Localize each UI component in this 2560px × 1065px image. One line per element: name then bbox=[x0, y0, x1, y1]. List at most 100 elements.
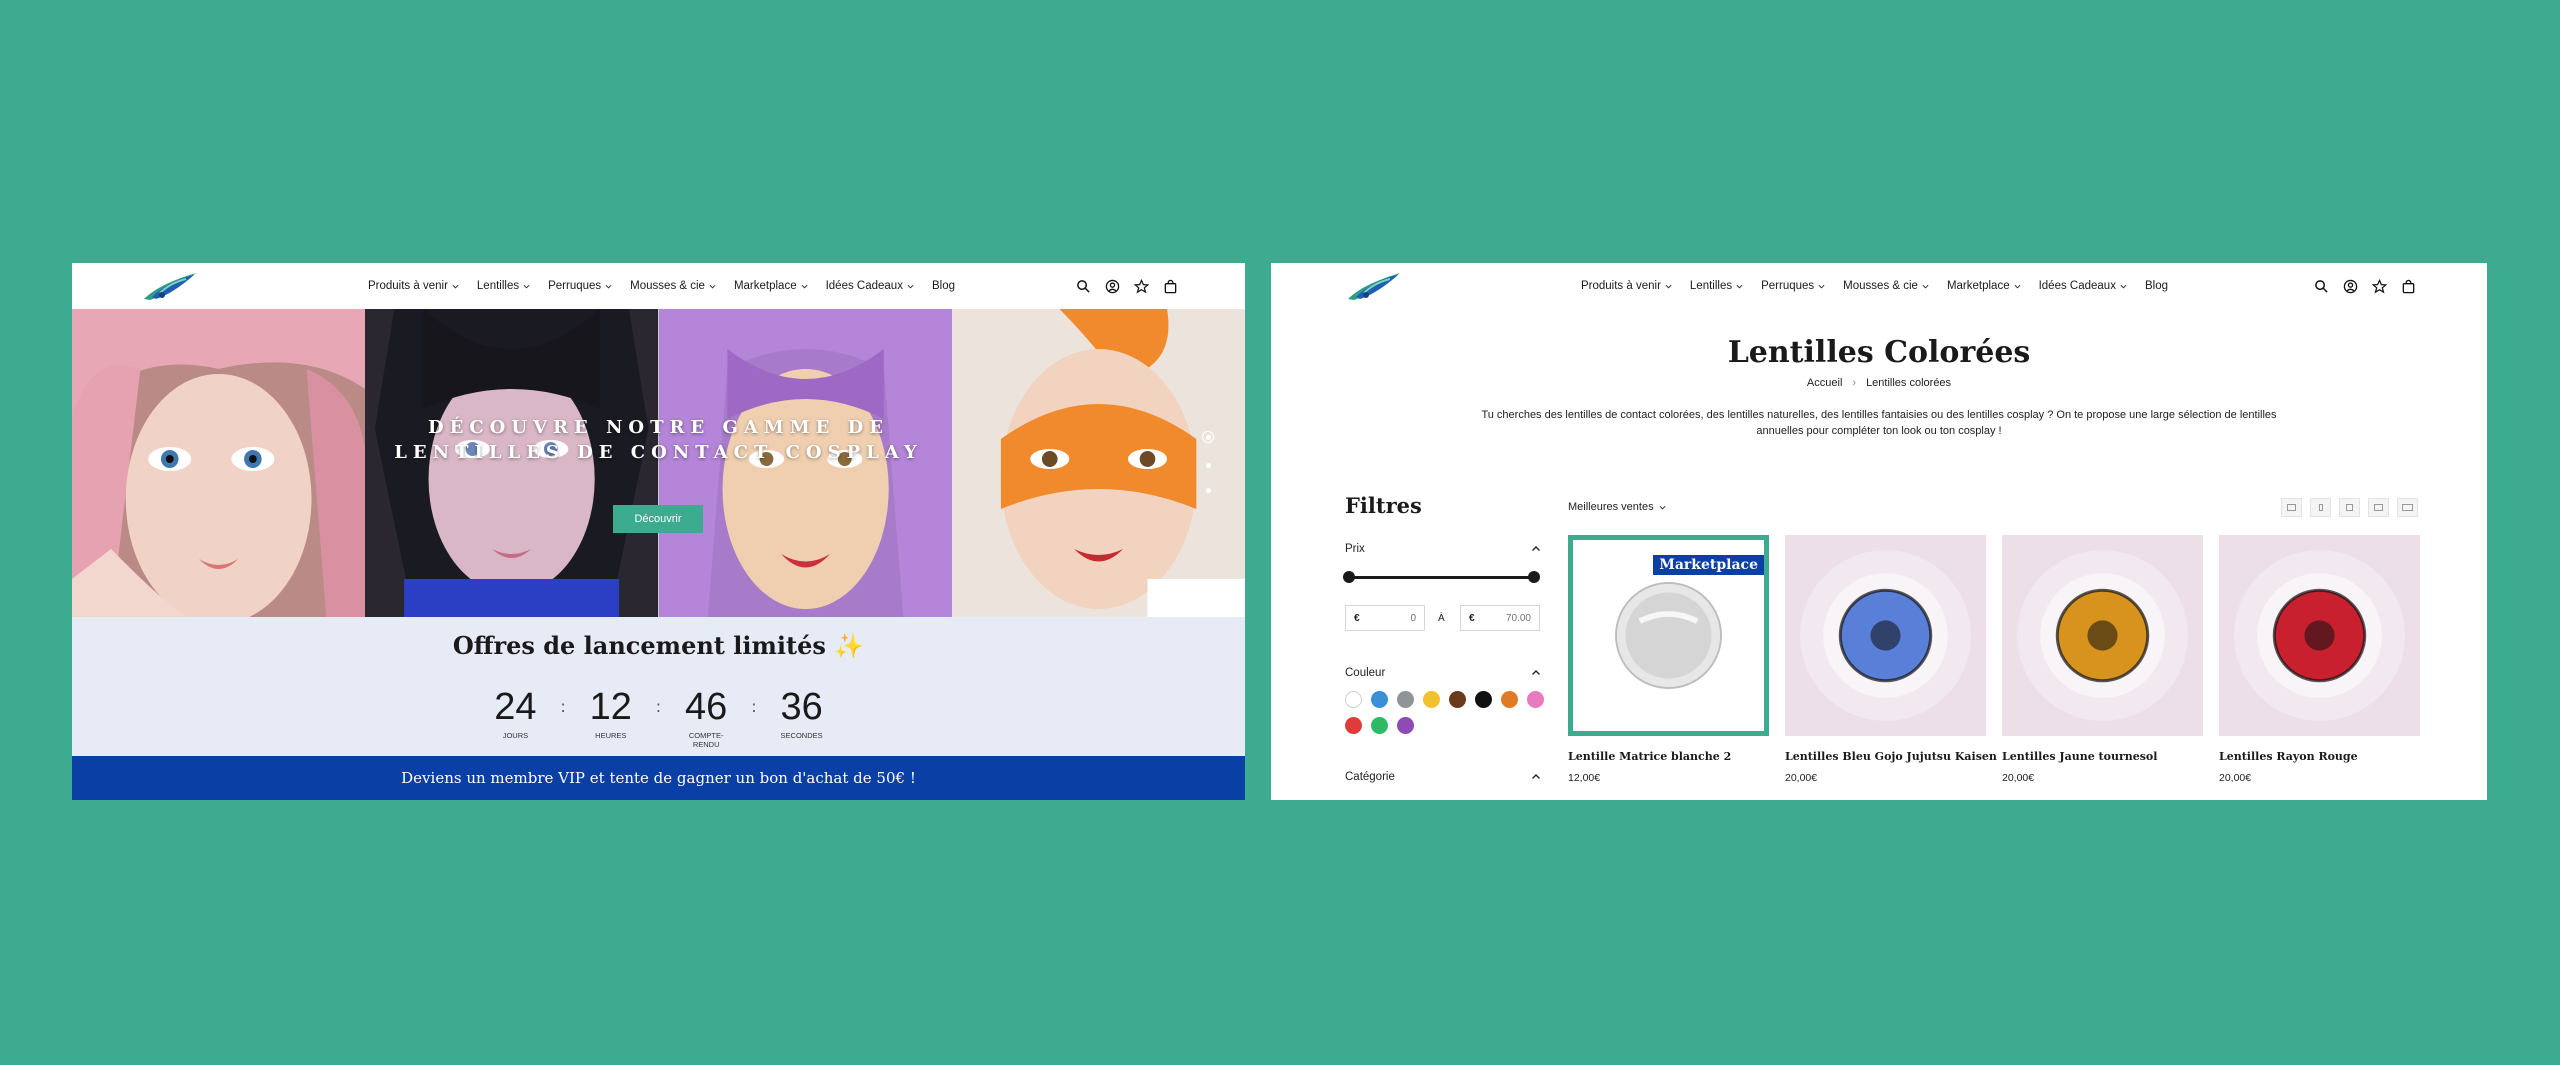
product-card[interactable]: Marketplace Lentille Matrice blanche 2 12,… bbox=[1568, 535, 1769, 784]
product-image[interactable] bbox=[1785, 535, 1986, 736]
product-card[interactable]: Lentilles Bleu Gojo Jujutsu Kaisen 20,00€ bbox=[1785, 535, 1997, 784]
countdown-title: Offres de lancement limités ✨ bbox=[452, 631, 865, 660]
carousel-dot-3[interactable] bbox=[1205, 488, 1211, 493]
shopping-bag-icon[interactable] bbox=[1163, 279, 1178, 294]
chevron-down-icon bbox=[1659, 505, 1666, 510]
color-swatch[interactable] bbox=[1527, 691, 1544, 708]
filter-category-header[interactable]: Catégorie bbox=[1345, 771, 1541, 783]
search-icon[interactable] bbox=[1076, 279, 1091, 294]
view-2-columns-button[interactable] bbox=[2339, 498, 2360, 517]
carousel-dot-1[interactable] bbox=[1202, 431, 1214, 443]
product-name[interactable]: Lentilles Jaune tournesol bbox=[2002, 750, 2203, 763]
chevron-down-icon bbox=[452, 284, 459, 289]
price-max-handle[interactable] bbox=[1528, 571, 1540, 583]
discover-button[interactable]: Découvrir bbox=[613, 505, 703, 533]
hero-title-line-2: LENTILLES DE CONTACT COSPLAY bbox=[394, 442, 923, 463]
nav-item-blog[interactable]: Blog bbox=[932, 280, 955, 292]
nav-item-blog[interactable]: Blog bbox=[2145, 280, 2168, 292]
product-image[interactable]: Marketplace bbox=[1568, 535, 1769, 736]
hero-title-line-1: DÉCOUVRE NOTRE GAMME DE bbox=[428, 417, 889, 438]
view-list-button[interactable] bbox=[2281, 498, 2302, 517]
chevron-down-icon bbox=[523, 284, 530, 289]
color-swatch[interactable] bbox=[1449, 691, 1466, 708]
price-min-input[interactable] bbox=[1372, 612, 1416, 624]
color-swatch[interactable] bbox=[1423, 691, 1440, 708]
chevron-down-icon bbox=[2120, 284, 2127, 289]
price-min-field[interactable]: € bbox=[1345, 605, 1425, 631]
hero-title: DÉCOUVRE NOTRE GAMME DE LENTILLES DE CON… bbox=[72, 415, 1245, 465]
nav-item-produits-a-venir[interactable]: Produits à venir bbox=[368, 280, 459, 292]
price-max-field[interactable]: € bbox=[1460, 605, 1540, 631]
brand-logo-icon[interactable] bbox=[1344, 269, 1404, 303]
view-4-columns-button[interactable] bbox=[2397, 498, 2418, 517]
product-price: 20,00€ bbox=[1785, 772, 1818, 784]
sort-dropdown[interactable]: Meilleures ventes bbox=[1568, 501, 1666, 513]
collection-page-screenshot: Produits à venir Lentilles Perruques Mou… bbox=[1271, 263, 2487, 800]
breadcrumb: Accueil › Lentilles colorées bbox=[1271, 377, 2487, 389]
filters-title: Filtres bbox=[1345, 493, 1422, 518]
vip-banner[interactable]: Deviens un membre VIP et tente de gagner… bbox=[72, 756, 1245, 800]
two-columns-icon bbox=[2346, 504, 2353, 511]
nav-item-produits-a-venir[interactable]: Produits à venir bbox=[1581, 280, 1672, 292]
color-swatch[interactable] bbox=[1397, 717, 1414, 734]
nav-item-perruques[interactable]: Perruques bbox=[548, 280, 612, 292]
price-max-input[interactable] bbox=[1487, 612, 1531, 624]
product-name[interactable]: Lentille Matrice blanche 2 bbox=[1568, 750, 1769, 763]
product-image[interactable] bbox=[2002, 535, 2203, 736]
nav-item-idees-cadeaux[interactable]: Idées Cadeaux bbox=[826, 280, 914, 292]
wishlist-star-icon[interactable] bbox=[1134, 278, 1149, 294]
view-3-columns-button[interactable] bbox=[2368, 498, 2389, 517]
chevron-down-icon bbox=[1818, 284, 1825, 289]
product-name[interactable]: Lentilles Bleu Gojo Jujutsu Kaisen bbox=[1785, 750, 1997, 763]
countdown-hours: 12 HEURES bbox=[589, 686, 632, 740]
color-swatch[interactable] bbox=[1371, 717, 1388, 734]
view-1-column-button[interactable] bbox=[2310, 498, 2331, 517]
nav-item-mousses[interactable]: Mousses & cie bbox=[1843, 280, 1929, 292]
color-swatch[interactable] bbox=[1475, 691, 1492, 708]
nav-item-marketplace[interactable]: Marketplace bbox=[1947, 280, 2021, 292]
product-price: 20,00€ bbox=[2219, 772, 2252, 784]
countdown-separator: : bbox=[560, 697, 566, 716]
product-image[interactable] bbox=[2219, 535, 2420, 736]
list-view-icon bbox=[2287, 504, 2296, 511]
product-card[interactable]: Lentilles Jaune tournesol 20,00€ bbox=[2002, 535, 2203, 784]
search-icon[interactable] bbox=[2314, 279, 2329, 294]
product-name[interactable]: Lentilles Rayon Rouge bbox=[2219, 750, 2420, 763]
shopping-bag-icon[interactable] bbox=[2401, 279, 2416, 294]
filter-price-header[interactable]: Prix bbox=[1345, 543, 1541, 555]
product-price: 20,00€ bbox=[2002, 772, 2035, 784]
color-swatch[interactable] bbox=[1345, 691, 1362, 708]
breadcrumb-home[interactable]: Accueil bbox=[1807, 377, 1842, 389]
homepage-screenshot: Produits à venir Lentilles Perruques Mou… bbox=[72, 263, 1245, 800]
product-card[interactable]: Lentilles Rayon Rouge 20,00€ bbox=[2219, 535, 2420, 784]
price-range-slider[interactable] bbox=[1343, 571, 1540, 583]
nav-item-perruques[interactable]: Perruques bbox=[1761, 280, 1825, 292]
nav-item-lentilles[interactable]: Lentilles bbox=[477, 280, 530, 292]
nav-item-marketplace[interactable]: Marketplace bbox=[734, 280, 808, 292]
chevron-up-icon bbox=[1532, 546, 1540, 551]
product-grid: Marketplace Lentille Matrice blanche 2 12,… bbox=[1568, 535, 2420, 784]
nav-item-mousses[interactable]: Mousses & cie bbox=[630, 280, 716, 292]
color-swatch[interactable] bbox=[1397, 691, 1414, 708]
brand-logo-icon[interactable] bbox=[140, 269, 200, 303]
nav-item-idees-cadeaux[interactable]: Idées Cadeaux bbox=[2039, 280, 2127, 292]
countdown-seconds: 36 SECONDES bbox=[780, 686, 823, 740]
countdown-separator: : bbox=[655, 697, 662, 716]
chevron-down-icon bbox=[2014, 284, 2021, 289]
color-swatch[interactable] bbox=[1501, 691, 1518, 708]
wishlist-star-icon[interactable] bbox=[2372, 278, 2387, 294]
chevron-down-icon bbox=[605, 284, 612, 289]
filter-color-header[interactable]: Couleur bbox=[1345, 667, 1541, 679]
nav-item-lentilles[interactable]: Lentilles bbox=[1690, 280, 1743, 292]
breadcrumb-chevron-icon: › bbox=[1852, 377, 1857, 389]
account-icon[interactable] bbox=[2343, 279, 2358, 294]
chevron-down-icon bbox=[1922, 284, 1929, 289]
carousel-dot-2[interactable] bbox=[1205, 463, 1211, 468]
color-swatch[interactable] bbox=[1345, 717, 1362, 734]
color-swatch[interactable] bbox=[1371, 691, 1388, 708]
account-icon[interactable] bbox=[1105, 279, 1120, 294]
marketplace-badge: Marketplace bbox=[1653, 555, 1764, 575]
carousel-dots bbox=[1202, 431, 1214, 493]
price-min-handle[interactable] bbox=[1343, 571, 1355, 583]
chevron-up-icon bbox=[1532, 774, 1540, 779]
